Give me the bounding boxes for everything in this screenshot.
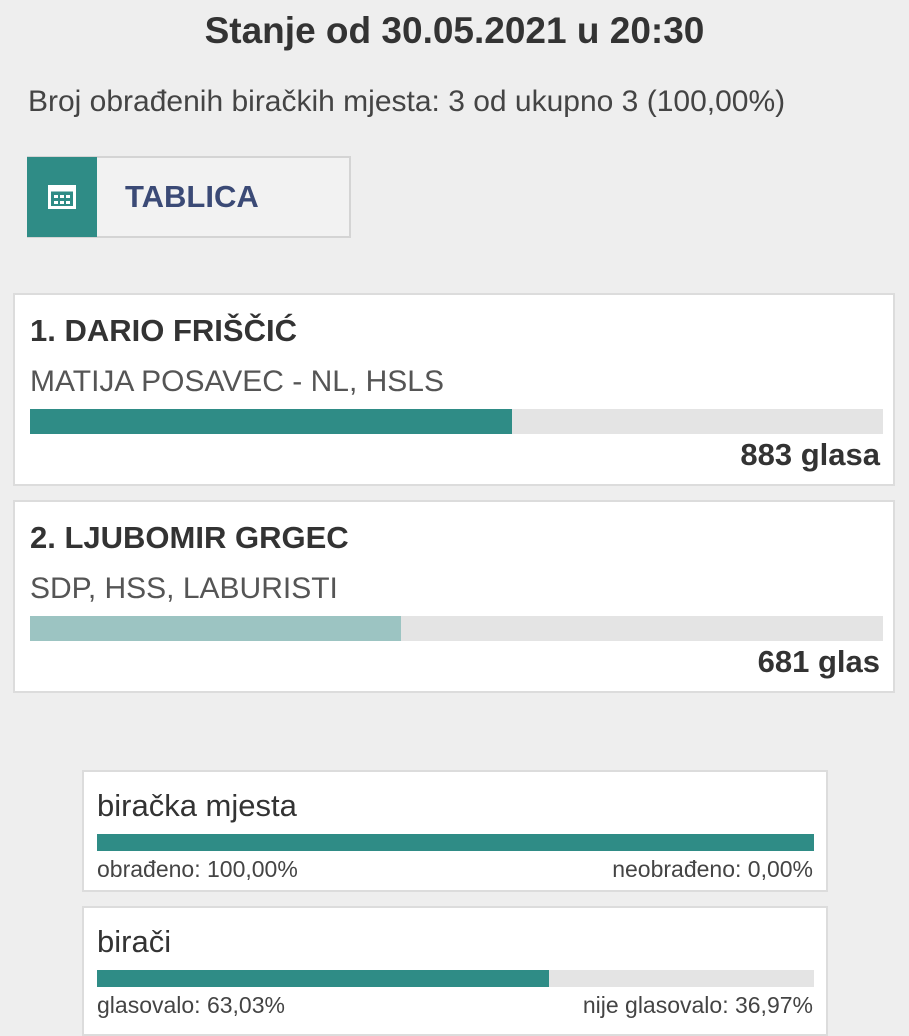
vote-share-fill bbox=[30, 616, 402, 641]
candidate-votes: 883 glasa bbox=[740, 437, 880, 472]
stat-progress-fill bbox=[97, 970, 549, 987]
candidate-card: 2. LJUBOMIR GRGEC SDP, HSS, LABURISTI 68… bbox=[13, 500, 895, 693]
table-view-button[interactable]: TABLICA bbox=[27, 156, 351, 238]
table-grid-icon bbox=[27, 156, 97, 237]
vote-share-bar bbox=[30, 616, 883, 641]
candidate-name: 2. LJUBOMIR GRGEC bbox=[30, 520, 349, 555]
stat-progress-fill bbox=[97, 834, 814, 851]
candidate-votes: 681 glas bbox=[757, 644, 880, 679]
stat-title: birači bbox=[97, 924, 172, 959]
vote-share-bar bbox=[30, 409, 883, 434]
candidate-name: 1. DARIO FRIŠČIĆ bbox=[30, 313, 297, 348]
stat-right-label: neobrađeno: 0,00% bbox=[612, 856, 813, 882]
page-title: Stanje od 30.05.2021 u 20:30 bbox=[204, 10, 705, 51]
stat-left-label: glasovalo: 63,03% bbox=[97, 992, 285, 1018]
vote-share-fill bbox=[30, 409, 512, 434]
stat-progress-bar bbox=[97, 970, 814, 987]
candidate-card: 1. DARIO FRIŠČIĆ MATIJA POSAVEC - NL, HS… bbox=[13, 293, 895, 486]
stat-right-label: nije glasovalo: 36,97% bbox=[582, 992, 813, 1018]
voters-stat: birači glasovalo: 63,03% nije glasovalo:… bbox=[82, 906, 828, 1036]
candidate-party: SDP, HSS, LABURISTI bbox=[30, 572, 338, 605]
processed-stations-text: Broj obrađenih biračkih mjesta: 3 od uku… bbox=[28, 85, 786, 118]
table-view-label: TABLICA bbox=[125, 179, 259, 214]
candidate-party: MATIJA POSAVEC - NL, HSLS bbox=[30, 365, 444, 398]
stat-left-label: obrađeno: 100,00% bbox=[97, 856, 298, 882]
stat-progress-bar bbox=[97, 834, 814, 851]
stat-title: biračka mjesta bbox=[97, 788, 297, 823]
polling-stations-stat: biračka mjesta obrađeno: 100,00% neobrađ… bbox=[82, 770, 828, 892]
